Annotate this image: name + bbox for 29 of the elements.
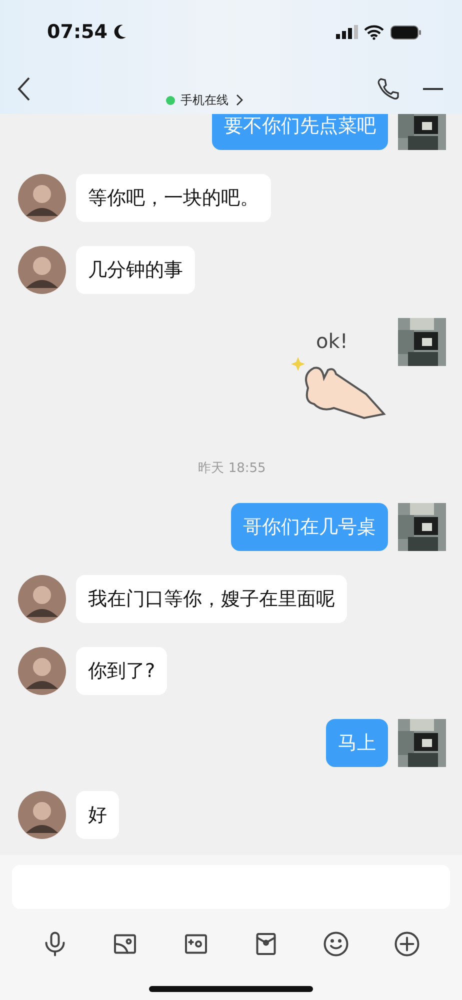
moon-icon <box>113 24 128 40</box>
message-bubble: 等你吧，一块的吧。 <box>76 174 271 222</box>
sticker: ok! <box>288 318 388 423</box>
chevron-icon[interactable] <box>234 94 242 106</box>
wifi-icon <box>364 24 384 40</box>
avatar <box>398 318 446 366</box>
timestamp: 昨天 18:55 <box>198 460 266 477</box>
phone-icon[interactable] <box>376 77 400 101</box>
avatar <box>18 575 66 623</box>
avatar <box>18 246 66 294</box>
signal-icon <box>336 25 358 39</box>
menu-icon[interactable] <box>422 87 444 91</box>
message-bubble: 哥你们在几号桌 <box>231 503 388 551</box>
status-time: 07:54 <box>47 21 108 43</box>
online-status: 手机在线 <box>180 92 228 108</box>
message-bubble: 你到了? <box>76 647 168 695</box>
message-bubble: 几分钟的事 <box>76 246 195 294</box>
avatar <box>398 114 446 150</box>
message-bubble: 要不你们先点菜吧 <box>212 114 388 150</box>
avatar <box>398 503 446 551</box>
back-icon[interactable] <box>16 76 32 102</box>
avatar <box>18 791 66 839</box>
avatar <box>18 647 66 695</box>
message-bubble: 马上 <box>326 719 388 767</box>
avatar <box>18 174 66 222</box>
avatar <box>398 719 446 767</box>
battery-icon <box>390 24 422 40</box>
message-bubble: 好 <box>76 791 119 839</box>
message-bubble: 我在门口等你，嫂子在里面呢 <box>76 575 347 623</box>
